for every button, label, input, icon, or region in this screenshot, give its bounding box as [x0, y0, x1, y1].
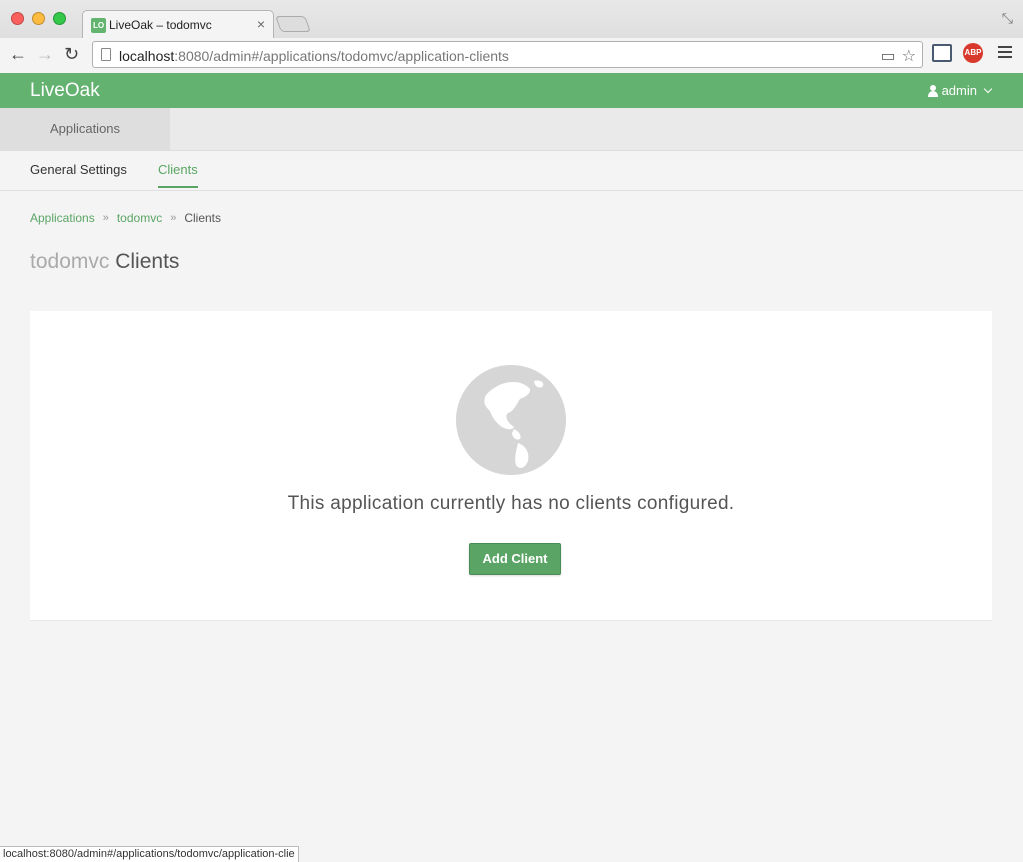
reload-icon[interactable]: ↻: [64, 44, 79, 64]
empty-state-card: This application currently has no client…: [30, 311, 992, 621]
breadcrumb-current: Clients: [184, 211, 222, 225]
fullscreen-icon[interactable]: ⤡: [1002, 10, 1013, 27]
breadcrumb-separator: »: [170, 212, 177, 224]
breadcrumb-applications[interactable]: Applications: [30, 211, 95, 225]
forward-icon[interactable]: →: [36, 44, 54, 64]
username: admin: [941, 83, 977, 98]
close-window-button[interactable]: [11, 12, 24, 25]
window-controls: [11, 12, 66, 25]
breadcrumb-separator: »: [102, 212, 109, 224]
app-header: LiveOak admin: [0, 73, 1023, 108]
page-title-section: Clients: [115, 250, 180, 273]
top-nav: Applications: [0, 108, 1023, 151]
user-menu[interactable]: admin: [927, 83, 993, 98]
page-title-app: todomvc: [30, 250, 110, 273]
status-bar: localhost:8080/admin#/applications/todom…: [0, 846, 299, 862]
reader-icon[interactable]: ▭: [881, 46, 896, 66]
browser-menu-icon[interactable]: [998, 46, 1012, 61]
favicon-icon: LO: [91, 18, 106, 33]
minimize-window-button[interactable]: [32, 12, 45, 25]
breadcrumb-app[interactable]: todomvc: [117, 211, 162, 225]
address-bar[interactable]: localhost:8080/admin#/applications/todom…: [92, 41, 923, 68]
brand-logo[interactable]: LiveOak: [30, 80, 100, 102]
empty-state-message: This application currently has no client…: [287, 493, 735, 514]
tab-title: LiveOak – todomvc: [109, 18, 212, 32]
tab-general-settings[interactable]: General Settings: [30, 162, 127, 177]
browser-chrome: LO LiveOak – todomvc × ⤡ ← → ↻ localhost…: [0, 0, 1023, 72]
breadcrumb: Applications » todomvc » Clients: [30, 211, 221, 225]
globe-icon: [456, 365, 566, 475]
page-title: todomvc Clients: [30, 250, 179, 274]
url-text: localhost:8080/admin#/applications/todom…: [119, 48, 509, 64]
chevron-down-icon: [983, 84, 993, 94]
tab-clients[interactable]: Clients: [158, 162, 198, 188]
back-icon[interactable]: ←: [9, 44, 27, 64]
bookmark-star-icon[interactable]: ☆: [902, 46, 916, 66]
zoom-window-button[interactable]: [53, 12, 66, 25]
adblock-extension-icon[interactable]: ABP: [963, 43, 983, 63]
cast-extension-icon[interactable]: [932, 44, 952, 62]
new-tab-button[interactable]: [275, 16, 311, 32]
add-client-button[interactable]: Add Client: [469, 543, 561, 575]
nav-applications[interactable]: Applications: [0, 108, 170, 150]
page-icon: [101, 48, 111, 61]
navigation-bar: ← → ↻ localhost:8080/admin#/applications…: [0, 38, 1023, 72]
address-bar-icons: ▭ ☆: [881, 46, 916, 66]
user-icon: [927, 84, 938, 97]
browser-tab[interactable]: LO LiveOak – todomvc ×: [82, 10, 274, 38]
sub-nav: General Settings Clients: [0, 151, 1023, 191]
tab-close-icon[interactable]: ×: [257, 16, 265, 32]
